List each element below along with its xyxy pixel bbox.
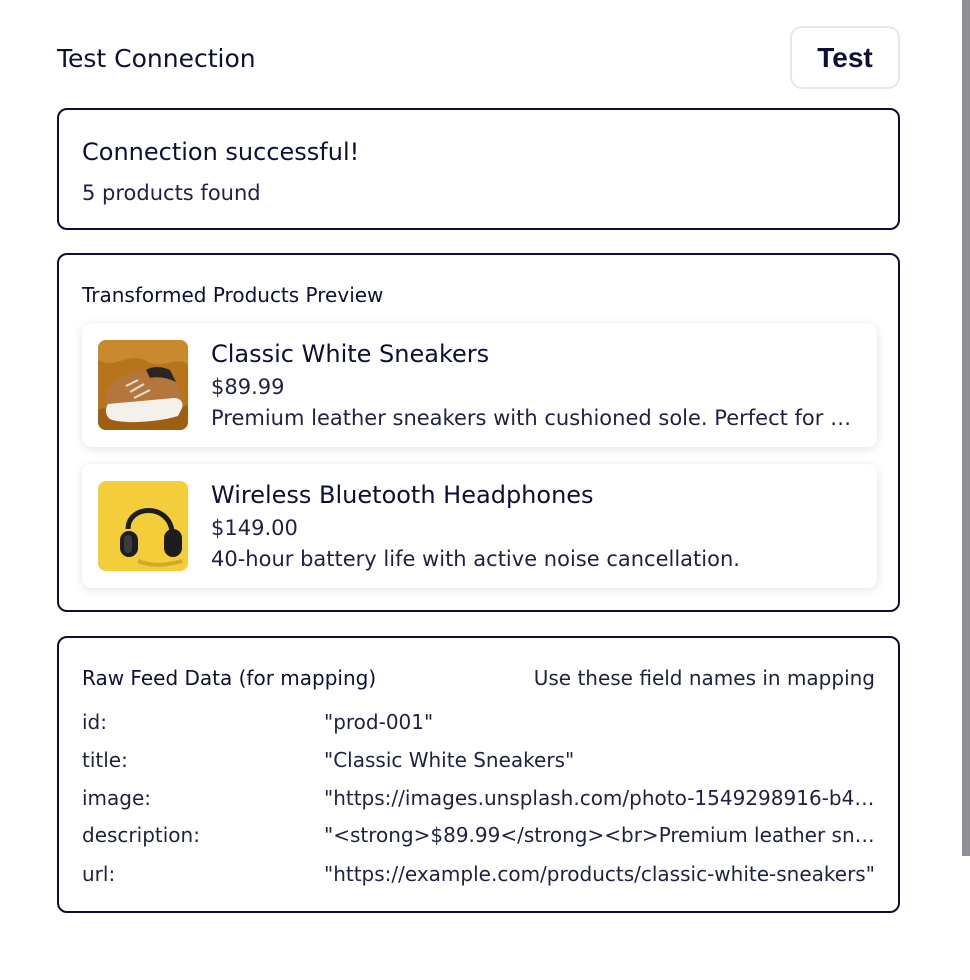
section-title: Test Connection [57,44,256,73]
product-image [98,481,188,571]
status-card: Connection successful! 5 products found [57,108,900,230]
raw-field-row: description: "<strong>$89.99</strong><br… [82,823,877,851]
test-connection-header: Test Connection Test [57,26,900,93]
test-button[interactable]: Test [790,26,900,89]
raw-field-row: title: "Classic White Sneakers" [82,748,877,776]
field-value: "prod-001" [324,710,434,734]
field-key: id: [82,710,107,734]
field-value: "<strong>$89.99</strong><br>Premium leat… [324,823,877,847]
field-value: "https://images.unsplash.com/photo-15492… [324,786,877,810]
raw-feed-title: Raw Feed Data (for mapping) [82,666,377,690]
product-image [98,340,188,430]
raw-field-row: url: "https://example.com/products/class… [82,862,877,890]
product-price: $149.00 [211,516,298,540]
product-description: 40-hour battery life with active noise c… [211,547,740,571]
product-name: Classic White Sneakers [211,340,490,368]
product-price: $89.99 [211,375,285,399]
status-message: Connection successful! [82,138,360,166]
scrollbar[interactable] [962,0,970,856]
product-card: Wireless Bluetooth Headphones $149.00 40… [82,464,877,588]
preview-title: Transformed Products Preview [82,283,384,307]
product-description: Premium leather sneakers with cushioned … [211,406,856,430]
product-name: Wireless Bluetooth Headphones [211,481,594,509]
field-key: title: [82,748,128,772]
field-key: url: [82,862,116,886]
raw-field-row: image: "https://images.unsplash.com/phot… [82,786,877,814]
product-card: Classic White Sneakers $89.99 Premium le… [82,323,877,447]
products-count: 5 products found [82,181,261,205]
field-value: "https://example.com/products/classic-wh… [324,862,875,886]
field-key: description: [82,823,200,847]
raw-feed-card: Raw Feed Data (for mapping) Use these fi… [57,636,900,913]
raw-field-row: id: "prod-001" [82,710,877,738]
field-key: image: [82,786,152,810]
field-value: "Classic White Sneakers" [324,748,575,772]
products-preview-card: Transformed Products Preview Classic Whi… [57,253,900,612]
mapping-hint: Use these field names in mapping [533,666,875,690]
